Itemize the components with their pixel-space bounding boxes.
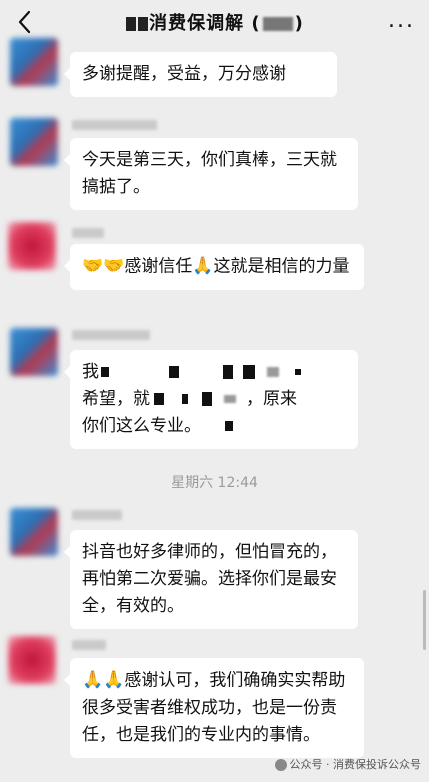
message-text: 希望，就	[82, 389, 150, 409]
chat-header: 消费保调解 () ...	[0, 0, 429, 46]
scrollbar[interactable]	[423, 590, 426, 650]
message-bubble: 🤝🤝感谢信任🙏这就是相信的力量	[64, 244, 364, 290]
message-text: 这就是相信的力量	[213, 256, 350, 277]
redaction-block	[138, 17, 149, 31]
avatar[interactable]	[10, 328, 58, 376]
message-text: 多谢提醒，受益，万分感谢	[82, 64, 286, 84]
wechat-icon	[274, 759, 287, 771]
redaction-block	[267, 367, 279, 377]
sender-name	[72, 640, 106, 650]
redaction-block	[101, 367, 109, 377]
avatar[interactable]	[10, 508, 58, 556]
message-line: 你们这么专业。	[82, 413, 346, 440]
chat-title: 消费保调解 ()	[0, 9, 429, 35]
redaction-block	[169, 366, 179, 378]
timestamp: 星期六 12:44	[171, 475, 258, 491]
message-text: 抖音也好多律师的，但怕冒充的，再怕第二次爱骗。选择你们是最安全，有效的。	[82, 542, 337, 616]
message-text: 我	[82, 362, 99, 382]
watermark: 公众号 · 消费保投诉公众号	[274, 756, 422, 772]
avatar[interactable]	[8, 222, 56, 270]
message-bubble: 抖音也好多律师的，但怕冒充的，再怕第二次爱骗。选择你们是最安全，有效的。	[64, 530, 358, 629]
redaction-block	[225, 421, 233, 431]
praying-hands-emoji-icon: 🙏🙏	[82, 670, 125, 690]
chat-title-text: 消费保调解	[149, 13, 245, 34]
message-bubble: 我 希望，就 ，原来 你们这么专业。	[64, 350, 358, 449]
sender-name	[72, 330, 150, 340]
redaction-block	[224, 395, 236, 403]
redaction-block	[243, 365, 255, 379]
avatar[interactable]	[10, 118, 58, 166]
redaction-block	[223, 365, 233, 379]
message-line: 希望，就 ，原来	[82, 386, 346, 413]
message-bubble: 多谢提醒，受益，万分感谢	[64, 52, 337, 97]
avatar[interactable]	[8, 636, 56, 684]
message-bubble: 🙏🙏感谢认可，我们确确实实帮助很多受害者维权成功，也是一份责任，也是我们的专业内…	[64, 658, 364, 758]
handshake-emoji-icon: 🤝🤝	[82, 256, 125, 276]
message-line: 我	[82, 359, 346, 386]
message-text: 今天是第三天，你们真棒，三天就搞掂了。	[82, 150, 337, 197]
sender-name	[72, 510, 122, 520]
redaction-block	[295, 369, 301, 375]
avatar[interactable]	[10, 38, 58, 86]
sender-name	[72, 228, 104, 238]
redaction-block	[202, 392, 212, 406]
sender-name	[72, 120, 157, 130]
redaction-block	[154, 393, 164, 405]
message-text: 你们这么专业。	[82, 416, 201, 436]
praying-hands-emoji-icon: 🙏	[192, 256, 214, 276]
more-options-icon[interactable]: ...	[388, 8, 415, 33]
watermark-text: 公众号 · 消费保投诉公众号	[289, 758, 422, 771]
message-text: 感谢信任	[124, 256, 193, 277]
redaction-block	[126, 17, 137, 31]
message-text: ，原来	[246, 389, 297, 409]
redaction-block	[262, 17, 293, 31]
redaction-block	[182, 394, 188, 404]
message-bubble: 今天是第三天，你们真棒，三天就搞掂了。	[64, 138, 358, 210]
